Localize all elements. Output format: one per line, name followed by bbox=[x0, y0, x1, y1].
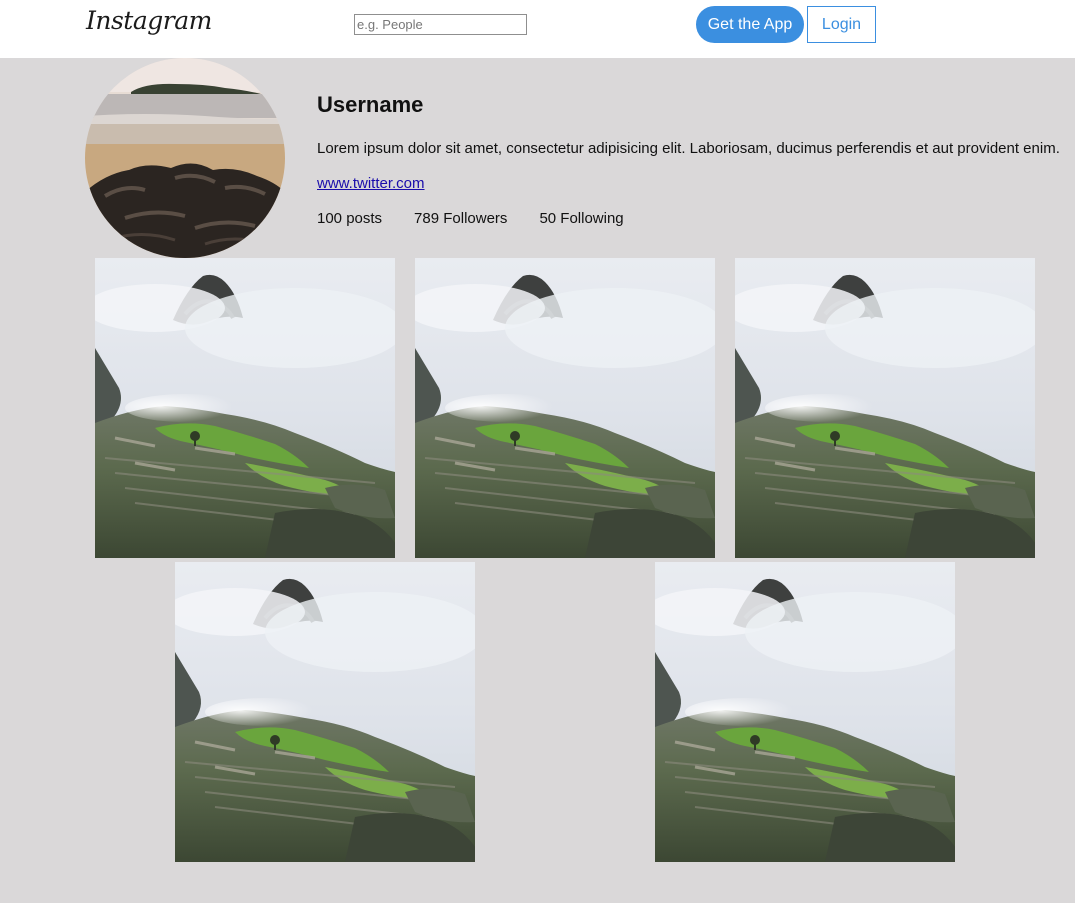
post-thumbnail[interactable] bbox=[175, 562, 475, 862]
top-navigation-bar: Instagram Get the App Login bbox=[0, 0, 1075, 58]
beach-photo-icon bbox=[85, 58, 285, 258]
post-thumbnail[interactable] bbox=[415, 258, 715, 558]
machu-picchu-photo-icon bbox=[175, 562, 475, 862]
followers-count[interactable]: 789 Followers bbox=[414, 210, 507, 227]
profile-website-link[interactable]: www.twitter.com bbox=[317, 175, 425, 192]
machu-picchu-photo-icon bbox=[735, 258, 1035, 558]
instagram-logo[interactable]: Instagram bbox=[86, 6, 212, 35]
post-thumbnail[interactable] bbox=[95, 258, 395, 558]
get-the-app-button[interactable]: Get the App bbox=[696, 6, 804, 43]
post-thumbnail[interactable] bbox=[735, 258, 1035, 558]
machu-picchu-photo-icon bbox=[655, 562, 955, 862]
avatar bbox=[85, 58, 285, 258]
profile-username: Username bbox=[317, 92, 424, 117]
profile-stats: 100 posts 789 Followers 50 Following bbox=[317, 210, 656, 227]
login-button[interactable]: Login bbox=[807, 6, 876, 43]
post-thumbnail[interactable] bbox=[655, 562, 955, 862]
machu-picchu-photo-icon bbox=[415, 258, 715, 558]
posts-count: 100 posts bbox=[317, 210, 383, 227]
machu-picchu-photo-icon bbox=[95, 258, 395, 558]
following-count[interactable]: 50 Following bbox=[539, 210, 623, 227]
profile-bio: Lorem ipsum dolor sit amet, consectetur … bbox=[317, 140, 1060, 157]
search-input[interactable] bbox=[354, 14, 527, 35]
